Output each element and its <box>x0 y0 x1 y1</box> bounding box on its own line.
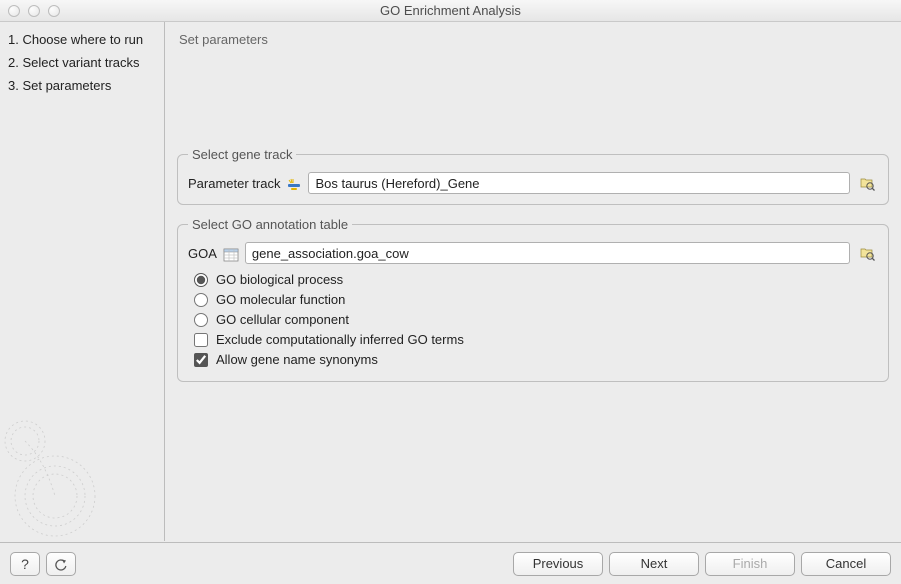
wizard-content: Set parameters Select gene track Paramet… <box>165 22 901 541</box>
cancel-button[interactable]: Cancel <box>801 552 891 576</box>
group-select-go-annotation: Select GO annotation table GOA <box>177 217 889 382</box>
radio-molecular-function-input[interactable] <box>194 293 208 307</box>
wizard-step-1: 1. Choose where to run <box>8 32 156 47</box>
track-icon <box>286 177 302 189</box>
help-icon: ? <box>21 556 29 572</box>
group-legend-gene-track: Select gene track <box>188 147 296 162</box>
wizard-steps-sidebar: 1. Choose where to run 2. Select variant… <box>0 22 165 541</box>
zoom-window-icon[interactable] <box>48 5 60 17</box>
radio-biological-process[interactable]: GO biological process <box>194 272 878 287</box>
goa-label: GOA <box>188 246 217 261</box>
radio-biological-process-label[interactable]: GO biological process <box>216 272 343 287</box>
wizard-footer: ? Previous Next Finish Cancel <box>0 542 901 584</box>
check-allow-synonyms-input[interactable] <box>194 353 208 367</box>
wizard-step-2: 2. Select variant tracks <box>8 55 156 70</box>
decorative-swirl-icon <box>0 381 160 551</box>
parameter-track-label: Parameter track <box>188 176 280 191</box>
radio-molecular-function[interactable]: GO molecular function <box>194 292 878 307</box>
reset-button[interactable] <box>46 552 76 576</box>
minimize-window-icon[interactable] <box>28 5 40 17</box>
group-legend-go-anno: Select GO annotation table <box>188 217 352 232</box>
check-allow-synonyms-label[interactable]: Allow gene name synonyms <box>216 352 378 367</box>
window-title: GO Enrichment Analysis <box>0 3 901 18</box>
check-exclude-inferred[interactable]: Exclude computationally inferred GO term… <box>194 332 878 347</box>
check-exclude-inferred-label[interactable]: Exclude computationally inferred GO term… <box>216 332 464 347</box>
radio-biological-process-input[interactable] <box>194 273 208 287</box>
browse-goa-button[interactable] <box>856 243 878 263</box>
window-controls <box>8 5 60 17</box>
radio-cellular-component-input[interactable] <box>194 313 208 327</box>
radio-molecular-function-label[interactable]: GO molecular function <box>216 292 345 307</box>
check-exclude-inferred-input[interactable] <box>194 333 208 347</box>
radio-cellular-component[interactable]: GO cellular component <box>194 312 878 327</box>
help-button[interactable]: ? <box>10 552 40 576</box>
parameter-track-input[interactable] <box>308 172 850 194</box>
browse-track-button[interactable] <box>856 173 878 193</box>
radio-cellular-component-label[interactable]: GO cellular component <box>216 312 349 327</box>
titlebar: GO Enrichment Analysis <box>0 0 901 22</box>
previous-button[interactable]: Previous <box>513 552 603 576</box>
main-area: 1. Choose where to run 2. Select variant… <box>0 22 901 541</box>
wizard-step-3: 3. Set parameters <box>8 78 156 93</box>
undo-arrow-icon <box>53 556 69 572</box>
finish-button: Finish <box>705 552 795 576</box>
check-allow-synonyms[interactable]: Allow gene name synonyms <box>194 352 878 367</box>
group-select-gene-track: Select gene track Parameter track <box>177 147 889 205</box>
next-button[interactable]: Next <box>609 552 699 576</box>
goa-input[interactable] <box>245 242 850 264</box>
page-title: Set parameters <box>179 32 893 47</box>
close-window-icon[interactable] <box>8 5 20 17</box>
table-icon <box>223 247 239 259</box>
